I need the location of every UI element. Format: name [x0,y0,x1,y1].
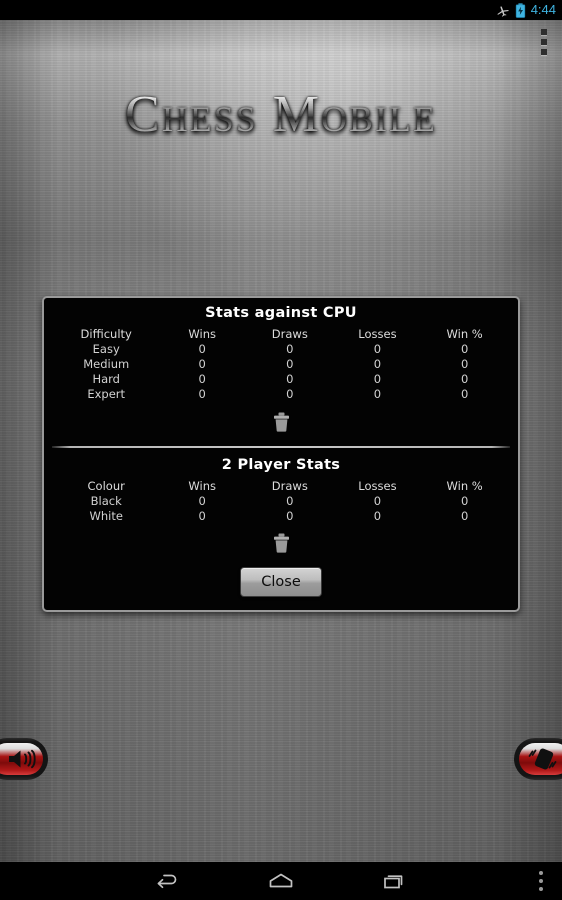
cell-winpct: 0 [460,372,469,386]
cell-winpct: 0 [460,509,469,523]
airplane-mode-icon [495,3,510,18]
nav-overflow-dot [539,879,543,883]
cell-difficulty: Medium [83,357,130,371]
column-header: Wins [188,479,216,493]
nav-overflow-menu-button[interactable] [526,862,556,900]
cell-draws: 0 [286,509,294,523]
cpu-stats-table: Difficulty Wins Draws Losses Win % Easy … [54,327,508,402]
cell-wins: 0 [198,387,206,401]
stats-dialog: Stats against CPU Difficulty Wins Draws … [42,296,520,612]
column-header: Draws [271,479,308,493]
table-row: Medium 0 0 0 0 [54,357,508,372]
recent-apps-button[interactable] [367,862,423,900]
cell-losses: 0 [373,387,382,401]
trash-icon [273,533,289,553]
home-icon [269,873,293,888]
cell-losses: 0 [373,342,382,356]
overflow-dot [541,39,547,45]
page-title: Chess Mobile [0,87,562,143]
sound-button-face [0,743,43,775]
column-header: Win % [446,479,483,493]
cell-winpct: 0 [460,357,469,371]
home-button[interactable] [253,862,309,900]
two-player-stats-title: 2 Player Stats [221,457,341,473]
table-header-row: Colour Wins Draws Losses Win % [54,479,508,494]
cell-difficulty: Easy [92,342,120,356]
column-header: Wins [188,327,216,341]
vibrate-button-face [519,743,562,775]
table-row: Hard 0 0 0 0 [54,372,508,387]
column-header: Losses [358,327,397,341]
cell-winpct: 0 [460,342,469,356]
cell-draws: 0 [286,494,294,508]
cell-wins: 0 [198,357,206,371]
android-navigation-bar [0,862,562,900]
column-header: Draws [271,327,308,341]
close-button[interactable]: Close [240,567,322,597]
column-header: Losses [358,479,397,493]
two-player-stats-table: Colour Wins Draws Losses Win % Black 0 0… [54,479,508,524]
cell-draws: 0 [286,387,294,401]
back-button[interactable] [139,862,195,900]
battery-charging-icon [515,2,526,18]
clear-two-player-stats-button[interactable] [268,530,294,556]
cell-losses: 0 [373,494,382,508]
overflow-dot [541,49,547,55]
cell-draws: 0 [286,357,294,371]
cell-winpct: 0 [460,387,469,401]
cell-wins: 0 [198,372,206,386]
cell-losses: 0 [373,357,382,371]
trash-icon [273,412,289,432]
recent-apps-icon [384,875,403,889]
column-header: Win % [446,327,483,341]
cell-losses: 0 [373,372,382,386]
table-row: White 0 0 0 0 [54,509,508,524]
android-status-bar: 4:44 [0,0,562,20]
table-header-row: Difficulty Wins Draws Losses Win % [54,327,508,342]
cell-colour: Black [90,494,122,508]
vibrate-toggle-button[interactable] [514,738,562,780]
cell-difficulty: Hard [92,372,120,386]
cell-wins: 0 [198,494,206,508]
clear-cpu-stats-button[interactable] [268,409,294,435]
status-bar-clock: 4:44 [530,2,556,17]
cpu-stats-title: Stats against CPU [205,305,357,321]
table-row: Black 0 0 0 0 [54,494,508,509]
cell-difficulty: Expert [87,387,126,401]
cell-draws: 0 [286,372,294,386]
app-screen: 4:44 Chess Mobile Stats against CPU Diff… [0,0,562,900]
cell-losses: 0 [373,509,382,523]
vibrate-phone-icon [528,748,557,770]
cell-colour: White [89,509,123,523]
column-header: Difficulty [80,327,132,341]
nav-overflow-dot [539,871,543,875]
cell-winpct: 0 [460,494,469,508]
overflow-dot [541,29,547,35]
column-header: Colour [87,479,125,493]
table-row: Easy 0 0 0 0 [54,342,508,357]
app-overflow-menu-icon[interactable] [535,24,553,60]
sound-toggle-button[interactable] [0,738,48,780]
sound-speaker-icon [9,749,36,769]
cell-wins: 0 [198,509,206,523]
table-row: Expert 0 0 0 0 [54,387,508,402]
nav-overflow-dot [539,887,543,891]
cell-draws: 0 [286,342,294,356]
back-arrow-icon [157,874,177,889]
cell-wins: 0 [198,342,206,356]
